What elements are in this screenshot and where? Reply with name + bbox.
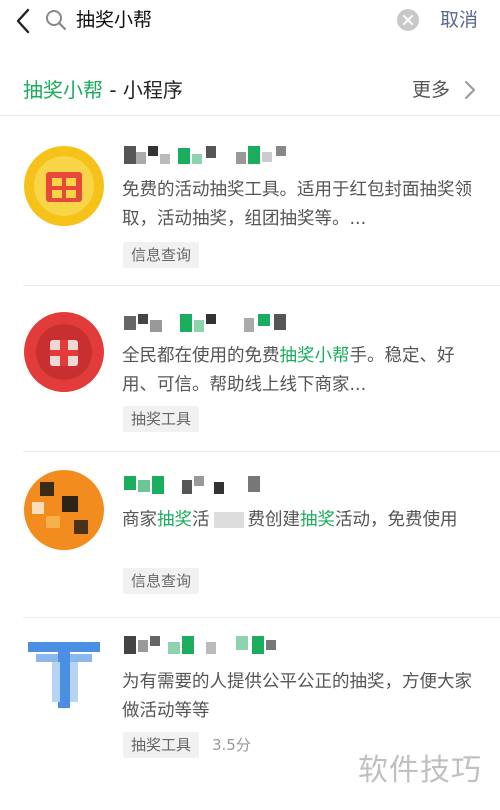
watermark: 软件技巧	[350, 748, 500, 794]
result-item-4[interactable]: 为有需要的人提供公平公正的抽奖，方便大家做活动等等 抽奖工具 3.5分	[0, 618, 500, 768]
clear-search-button[interactable]	[397, 9, 419, 31]
more-link[interactable]: 更多	[412, 76, 450, 104]
watermark-text: 软件技巧	[358, 753, 482, 788]
result-item-1[interactable]: 免费的活动抽奖工具。适用于红包封面抽奖领取，活动抽奖，组团抽奖等。... 信息查…	[0, 116, 500, 286]
redacted-block	[213, 512, 244, 528]
section-title-keyword: 抽奖小帮	[23, 78, 103, 102]
category-tag: 抽奖工具	[123, 406, 200, 432]
app-icon-blue[interactable]	[22, 632, 106, 716]
search-input[interactable]: 抽奖小帮	[76, 6, 152, 34]
search-icon	[46, 10, 67, 31]
chevron-right-icon[interactable]	[463, 80, 477, 100]
desc-text: 活	[192, 510, 210, 530]
rating-score: 3.5分	[212, 736, 251, 754]
back-arrow-icon[interactable]	[10, 6, 36, 36]
desc-keyword: 抽奖	[300, 510, 335, 530]
result-item-3[interactable]: 商家抽奖活 费创建抽奖活动，免费使用 信息查询	[0, 452, 500, 618]
result-item-2[interactable]: 全民都在使用的免费抽奖小帮手。稳定、好用、可信。帮助线上线下商家... 抽奖工具	[0, 286, 500, 452]
close-icon	[403, 15, 413, 25]
desc-text: 商家	[122, 510, 157, 530]
desc-keyword: 抽奖小帮	[279, 346, 350, 366]
mini-program-section-header: 抽奖小帮 - 小程序 更多	[0, 60, 500, 116]
section-title-suffix: - 小程序	[103, 78, 183, 102]
desc-keyword: 抽奖	[157, 510, 192, 530]
result-description: 商家抽奖活 费创建抽奖活动，免费使用	[122, 506, 482, 535]
result-description: 免费的活动抽奖工具。适用于红包封面抽奖领取，活动抽奖，组团抽奖等。...	[122, 180, 472, 229]
app-icon-red-gift[interactable]	[22, 310, 106, 394]
category-tag: 信息查询	[123, 242, 200, 268]
search-bar: 抽奖小帮 取消	[0, 0, 500, 42]
section-title: 抽奖小帮 - 小程序	[23, 76, 183, 104]
app-name-redacted	[124, 476, 260, 494]
result-description: 为有需要的人提供公平公正的抽奖，方便大家做活动等等	[122, 672, 472, 721]
app-name-redacted	[124, 146, 286, 164]
desc-text: 全民都在使用的免费	[122, 346, 280, 366]
result-description: 全民都在使用的免费抽奖小帮手。稳定、好用、可信。帮助线上线下商家...	[122, 342, 482, 400]
category-tag: 信息查询	[123, 568, 200, 594]
app-name-redacted	[124, 314, 286, 332]
desc-text: 活动，免费使用	[335, 510, 458, 530]
desc-text: 费创建	[247, 510, 301, 530]
category-tag: 抽奖工具	[123, 732, 200, 758]
app-name-redacted	[124, 636, 276, 654]
app-icon-gift[interactable]	[22, 144, 106, 228]
cancel-button[interactable]: 取消	[440, 6, 478, 34]
app-icon-orange[interactable]	[22, 468, 106, 552]
